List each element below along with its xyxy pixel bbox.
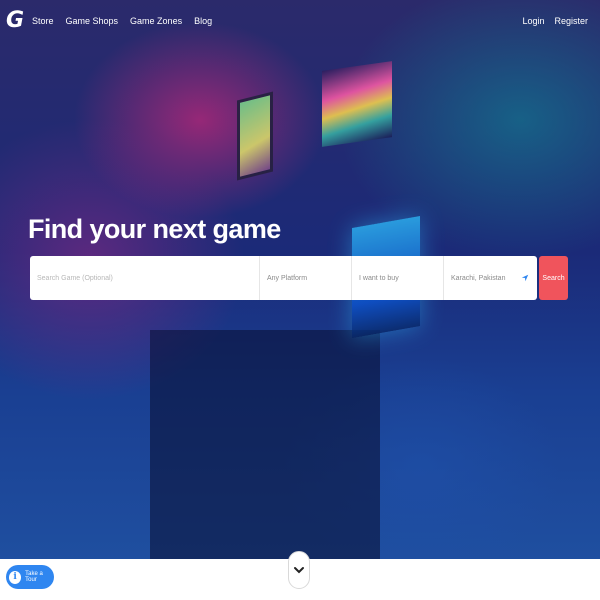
platform-select[interactable]: Any Platform (260, 256, 352, 300)
arcade-shadow-decoration (150, 330, 380, 560)
auth-nav: Login Register (522, 16, 588, 26)
search-bar: Search Game (Optional) Any Platform I wa… (30, 256, 537, 300)
nav-item-store[interactable]: Store (32, 16, 54, 26)
register-link[interactable]: Register (554, 16, 588, 26)
main-nav: Store Game Shops Game Zones Blog (32, 16, 212, 26)
hero-title: Find your next game (28, 214, 281, 244)
location-arrow-icon[interactable] (521, 274, 529, 282)
tour-label: Take a Tour (25, 571, 43, 583)
scroll-down-button[interactable] (288, 551, 310, 589)
search-button[interactable]: Search (539, 256, 568, 300)
nav-item-blog[interactable]: Blog (194, 16, 212, 26)
info-icon: i (9, 570, 22, 584)
arcade-screen-decoration (237, 91, 273, 181)
site-logo[interactable]: G (6, 8, 26, 34)
location-value: Karachi, Pakistan (451, 274, 506, 282)
take-tour-button[interactable]: i Take a Tour (6, 565, 54, 589)
login-link[interactable]: Login (522, 16, 544, 26)
nav-item-game-zones[interactable]: Game Zones (130, 16, 182, 26)
location-field[interactable]: Karachi, Pakistan (444, 256, 537, 300)
game-search-input[interactable]: Search Game (Optional) (30, 256, 260, 300)
intent-select[interactable]: I want to buy (352, 256, 444, 300)
nav-item-game-shops[interactable]: Game Shops (66, 16, 119, 26)
arcade-marquee-decoration (322, 61, 392, 147)
chevron-down-icon (294, 567, 304, 574)
